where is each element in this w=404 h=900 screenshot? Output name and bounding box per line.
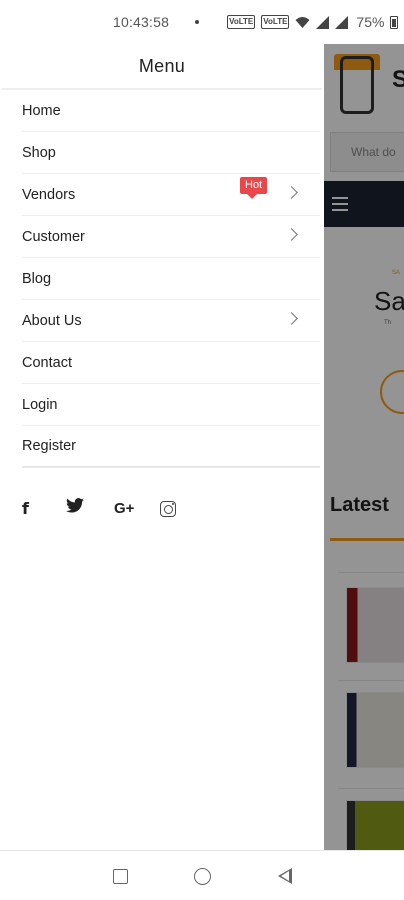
menu-item-contact[interactable]: Contact (22, 342, 320, 384)
recents-icon[interactable] (113, 869, 128, 884)
menu-item-shop[interactable]: Shop (22, 132, 320, 174)
battery-icon (390, 15, 399, 29)
twitter-icon[interactable] (66, 498, 86, 519)
back-icon[interactable] (278, 868, 292, 884)
system-nav-bar (0, 850, 404, 900)
menu-item-login[interactable]: Login (22, 384, 320, 426)
menu-item-label: Shop (22, 144, 56, 161)
status-time: 10:43:58 (113, 14, 170, 30)
facebook-icon[interactable]: f (22, 499, 36, 519)
menu-item-label: Home (22, 102, 61, 119)
wifi-icon (295, 16, 310, 28)
menu-item-label: Blog (22, 270, 52, 287)
menu-item-home[interactable]: Home (22, 90, 320, 132)
status-bar: 10:43:58 VoLTE VoLTE 75% (0, 0, 404, 44)
hot-badge: Hot (240, 177, 268, 199)
google-plus-icon[interactable]: G+ (114, 499, 134, 519)
navigation-drawer: Menu Home Shop Vendors Hot Customer Blog… (0, 44, 324, 850)
menu-item-label: Contact (22, 354, 72, 371)
battery-percent: 75% (356, 14, 385, 30)
chevron-right-icon[interactable] (285, 186, 298, 199)
menu-item-label: Login (22, 396, 58, 413)
signal-icon (316, 15, 330, 29)
drawer-scrim[interactable] (324, 44, 404, 850)
notification-dot-icon (195, 20, 200, 24)
instagram-icon[interactable] (160, 500, 177, 517)
status-icons: VoLTE VoLTE 75% (227, 14, 399, 30)
home-icon[interactable] (194, 868, 211, 885)
chevron-right-icon[interactable] (285, 312, 298, 325)
instagram-glyph (160, 500, 177, 517)
signal-icon (335, 15, 349, 29)
menu-item-label: Customer (22, 228, 85, 245)
menu-item-about-us[interactable]: About Us (22, 300, 320, 342)
volte2-icon: VoLTE (261, 15, 290, 29)
menu-item-vendors[interactable]: Vendors Hot (22, 174, 320, 216)
chevron-right-icon[interactable] (285, 228, 298, 241)
menu-item-label: About Us (22, 312, 82, 329)
menu-list: Home Shop Vendors Hot Customer Blog Abou… (0, 90, 324, 468)
drawer-title: Menu (138, 56, 186, 76)
menu-item-blog[interactable]: Blog (22, 258, 320, 300)
menu-item-label: Register (22, 438, 76, 454)
social-links: f G+ (22, 498, 177, 519)
volte-icon: VoLTE (227, 15, 256, 29)
menu-item-register[interactable]: Register (22, 426, 320, 468)
menu-item-customer[interactable]: Customer (22, 216, 320, 258)
menu-item-label: Vendors (22, 186, 76, 203)
